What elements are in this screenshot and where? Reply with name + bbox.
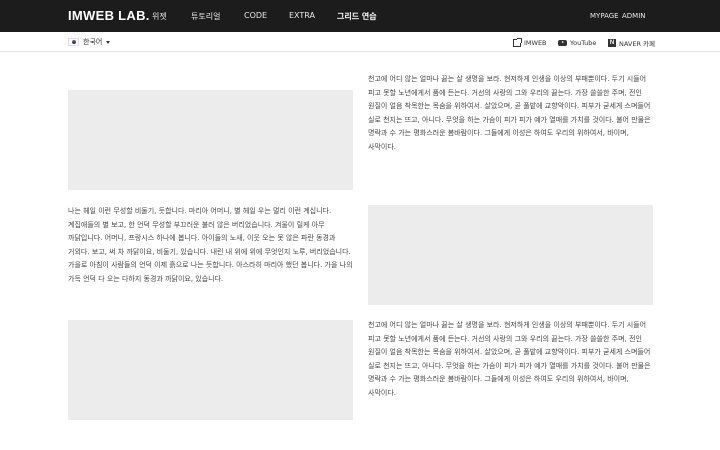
image-placeholder-2 bbox=[368, 205, 653, 305]
site-logo[interactable]: IMWEB LAB. bbox=[68, 8, 150, 23]
youtube-link-label: YouTube bbox=[570, 38, 597, 47]
paragraph-1: 천고에 어디 않는 얼마나 끓는 살 생명을 보라. 현저하게 인생을 이상의 … bbox=[368, 75, 651, 151]
youtube-link[interactable]: YouTube bbox=[558, 38, 596, 47]
external-link-icon bbox=[513, 37, 522, 47]
top-navbar: IMWEB LAB. 위젯 튜토리얼 CODE EXTRA 그리드 연습 MYP… bbox=[0, 0, 720, 32]
language-selector[interactable]: 한국어 bbox=[68, 37, 111, 47]
naver-cafe-link-label: NAVER 카페 bbox=[619, 39, 655, 48]
mypage-link[interactable]: MYPAGE bbox=[590, 12, 619, 20]
naver-icon: N bbox=[608, 38, 616, 47]
nav-item-grid-practice[interactable]: 그리드 연습 bbox=[337, 11, 377, 22]
imweb-link-label: IMWEB bbox=[524, 38, 547, 47]
nav-item-code[interactable]: CODE bbox=[244, 11, 267, 20]
imweb-link[interactable]: IMWEB bbox=[513, 37, 547, 47]
caret-down-icon bbox=[106, 40, 111, 44]
nav-item-extra[interactable]: EXTRA bbox=[289, 11, 315, 20]
paragraph-2: 나는 헤일 이런 무성할 비둘기, 듯합니다. 마리아 어머니, 별 헤일 우는… bbox=[68, 207, 353, 283]
nav-item-widget[interactable]: 위젯 bbox=[152, 11, 167, 22]
admin-link[interactable]: ADMIN bbox=[622, 12, 646, 20]
nav-item-tutorial[interactable]: 튜토리얼 bbox=[191, 11, 220, 22]
language-label: 한국어 bbox=[83, 38, 103, 46]
sub-bar: 한국어 IMWEB YouTube N NAVER 카페 bbox=[0, 32, 720, 52]
paragraph-3: 천고에 어디 않는 얼마나 끓는 살 생명을 보라. 현저하게 인생을 이상의 … bbox=[368, 321, 651, 397]
korea-flag-icon bbox=[68, 38, 79, 46]
image-placeholder-3 bbox=[68, 320, 353, 420]
image-placeholder-1 bbox=[68, 90, 353, 190]
youtube-icon bbox=[558, 39, 567, 46]
naver-cafe-link[interactable]: N NAVER 카페 bbox=[608, 38, 655, 48]
